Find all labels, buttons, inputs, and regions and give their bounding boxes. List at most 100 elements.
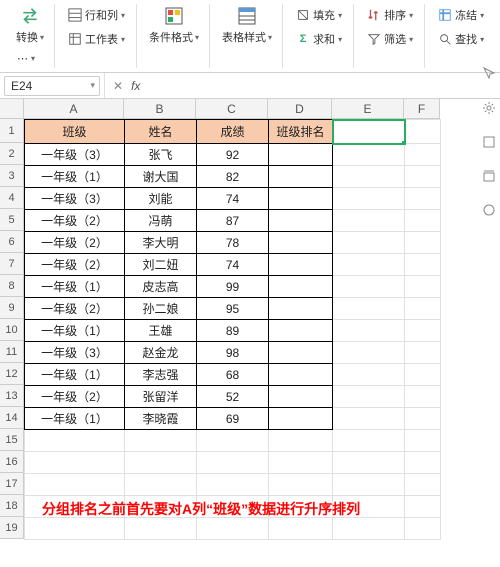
cell[interactable]: 69 [197, 408, 269, 430]
tool-icon[interactable] [481, 134, 497, 150]
sum-button[interactable]: Σ 求和▾ [291, 28, 347, 50]
cell[interactable] [405, 120, 441, 144]
table-style-button[interactable]: 表格样式▾ [218, 4, 276, 47]
cell[interactable] [405, 254, 441, 276]
cell[interactable] [125, 430, 197, 452]
fill-button[interactable]: 填充▾ [291, 4, 347, 26]
cell[interactable]: 班级 [25, 120, 125, 144]
cell[interactable]: 李晓霞 [125, 408, 197, 430]
cell[interactable]: 孙二娘 [125, 298, 197, 320]
cell[interactable]: 谢大国 [125, 166, 197, 188]
cell[interactable]: 成绩 [197, 120, 269, 144]
cell[interactable] [405, 386, 441, 408]
cell[interactable] [333, 320, 405, 342]
cell[interactable]: 张留洋 [125, 386, 197, 408]
cell[interactable] [405, 518, 441, 540]
cell[interactable] [405, 430, 441, 452]
cell[interactable]: 74 [197, 254, 269, 276]
cell[interactable] [333, 518, 405, 540]
cell[interactable]: 一年级（1） [25, 408, 125, 430]
cell[interactable] [405, 452, 441, 474]
cell[interactable] [269, 342, 333, 364]
column-header[interactable]: D [268, 99, 332, 119]
cell[interactable] [125, 452, 197, 474]
cell[interactable] [269, 166, 333, 188]
fx-label[interactable]: fx [131, 79, 140, 93]
settings-icon[interactable] [481, 100, 497, 116]
cell[interactable]: 87 [197, 210, 269, 232]
formula-input-area[interactable]: ✕ fx [104, 73, 500, 98]
row-header[interactable]: 14 [0, 407, 24, 429]
cell[interactable] [197, 452, 269, 474]
row-header[interactable]: 7 [0, 253, 24, 275]
cell[interactable]: 92 [197, 144, 269, 166]
cell[interactable]: 一年级（3） [25, 188, 125, 210]
dots-button[interactable]: ⋯▾ [12, 49, 40, 68]
cell[interactable] [333, 408, 405, 430]
row-header[interactable]: 9 [0, 297, 24, 319]
row-header[interactable]: 15 [0, 429, 24, 451]
cell[interactable] [269, 430, 333, 452]
cell[interactable] [333, 430, 405, 452]
cell[interactable] [333, 298, 405, 320]
cell[interactable] [405, 188, 441, 210]
name-box[interactable]: E24 ▾ [4, 76, 100, 96]
cell[interactable] [405, 408, 441, 430]
cell[interactable] [333, 474, 405, 496]
cell[interactable] [269, 320, 333, 342]
cell[interactable] [269, 276, 333, 298]
cell[interactable]: 班级排名 [269, 120, 333, 144]
rowcol-button[interactable]: 行和列▾ [63, 4, 130, 26]
row-header[interactable]: 2 [0, 143, 24, 165]
cell[interactable] [333, 144, 405, 166]
cell[interactable] [25, 430, 125, 452]
cell[interactable]: 一年级（1） [25, 166, 125, 188]
cell[interactable] [269, 408, 333, 430]
cell[interactable] [269, 188, 333, 210]
column-header[interactable]: E [332, 99, 404, 119]
cell[interactable]: 89 [197, 320, 269, 342]
cell[interactable] [25, 518, 125, 540]
cell[interactable]: 一年级（3） [25, 144, 125, 166]
cell[interactable] [405, 496, 441, 518]
cell[interactable] [125, 474, 197, 496]
cell[interactable] [333, 364, 405, 386]
tool-icon[interactable] [481, 202, 497, 218]
row-header[interactable]: 10 [0, 319, 24, 341]
row-header[interactable]: 17 [0, 473, 24, 495]
row-header[interactable]: 13 [0, 385, 24, 407]
cell[interactable] [269, 364, 333, 386]
cell[interactable]: 一年级（1） [25, 320, 125, 342]
row-header[interactable]: 18 [0, 495, 24, 517]
cell[interactable] [269, 210, 333, 232]
cell[interactable]: 98 [197, 342, 269, 364]
cell[interactable] [405, 298, 441, 320]
cell[interactable] [405, 474, 441, 496]
cell[interactable]: 一年级（2） [25, 210, 125, 232]
cell[interactable] [269, 144, 333, 166]
cell[interactable] [125, 518, 197, 540]
select-all-corner[interactable] [0, 99, 24, 119]
filter-button[interactable]: 筛选▾ [362, 28, 418, 50]
cell[interactable]: 一年级（2） [25, 232, 125, 254]
convert-button[interactable]: 转换▾ [12, 4, 48, 47]
cell[interactable] [333, 386, 405, 408]
row-header[interactable]: 1 [0, 119, 24, 143]
cell[interactable] [333, 232, 405, 254]
cell[interactable]: 一年级（1） [25, 364, 125, 386]
row-header[interactable]: 4 [0, 187, 24, 209]
cell[interactable] [405, 210, 441, 232]
cell[interactable]: 李大明 [125, 232, 197, 254]
cell[interactable] [269, 232, 333, 254]
cell[interactable] [405, 364, 441, 386]
cell-grid[interactable]: 班级姓名成绩班级排名一年级（3）张飞92一年级（1）谢大国82一年级（3）刘能7… [24, 119, 500, 540]
cell[interactable]: 95 [197, 298, 269, 320]
cell[interactable]: 99 [197, 276, 269, 298]
cell[interactable] [197, 430, 269, 452]
cell[interactable] [25, 452, 125, 474]
cell[interactable] [333, 254, 405, 276]
sort-button[interactable]: 排序▾ [362, 4, 418, 26]
cell[interactable] [269, 254, 333, 276]
worksheet-button[interactable]: 工作表▾ [63, 28, 130, 50]
cell[interactable] [333, 276, 405, 298]
